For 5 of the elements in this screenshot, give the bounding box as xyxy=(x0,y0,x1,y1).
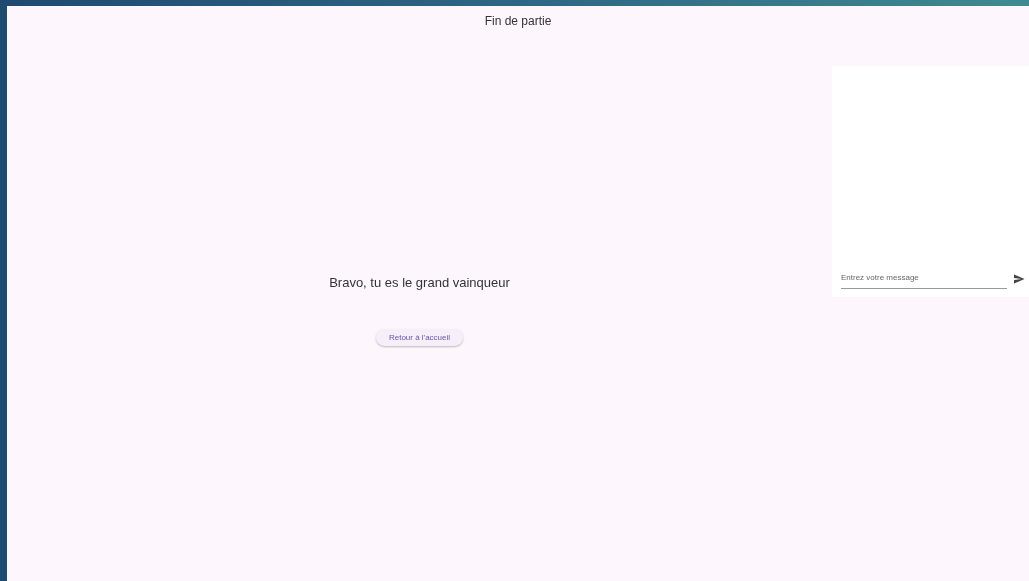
message-input-field[interactable]: Entrez votre message xyxy=(841,269,1007,289)
send-icon[interactable] xyxy=(1013,273,1025,285)
page-title: Fin de partie xyxy=(484,14,552,28)
result-message: Bravo, tu es le grand vainqueur xyxy=(329,275,510,290)
home-button[interactable]: Retour à l'accueil xyxy=(375,329,464,346)
